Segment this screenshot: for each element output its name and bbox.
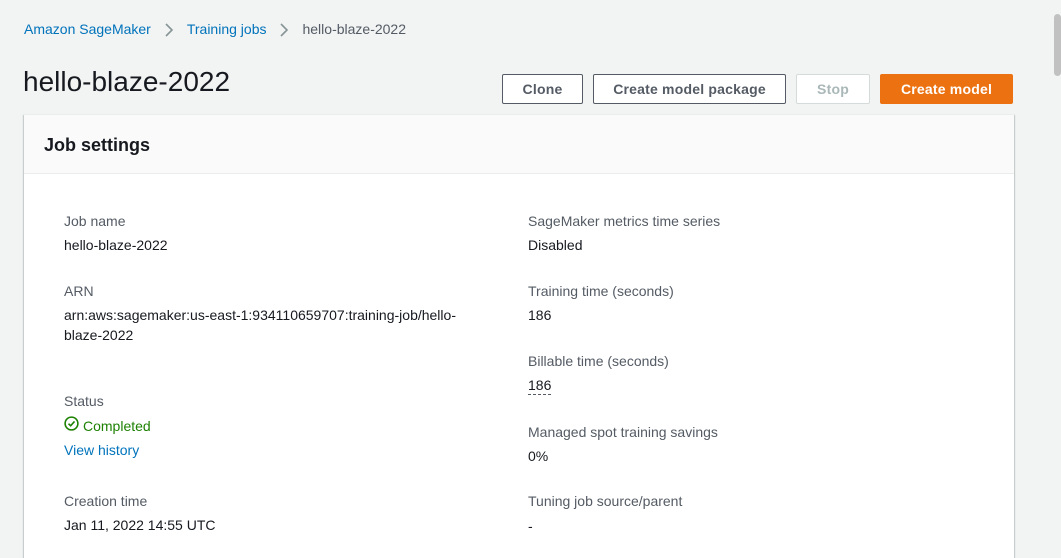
spot-savings-label: Managed spot training savings <box>528 424 718 440</box>
job-name-label: Job name <box>64 213 126 229</box>
billable-time-text[interactable]: 186 <box>528 377 552 395</box>
create-model-button[interactable]: Create model <box>880 74 1013 104</box>
tuning-parent-value: - <box>528 518 533 534</box>
breadcrumb: Amazon SageMaker Training jobs hello-bla… <box>24 20 406 38</box>
training-time-value: 186 <box>528 307 552 323</box>
job-settings-title: Job settings <box>44 135 151 155</box>
tuning-parent-label: Tuning job source/parent <box>528 493 683 509</box>
view-history-link[interactable]: View history <box>64 441 139 459</box>
create-model-package-button[interactable]: Create model package <box>593 74 786 104</box>
creation-time-label: Creation time <box>64 493 148 509</box>
breadcrumb-link-sagemaker[interactable]: Amazon SageMaker <box>24 20 151 38</box>
creation-time-value: Jan 11, 2022 14:55 UTC <box>64 517 216 533</box>
metrics-time-series-value: Disabled <box>528 237 583 253</box>
stop-button: Stop <box>796 74 870 104</box>
spot-savings-value: 0% <box>528 448 549 464</box>
status-text: Completed <box>83 417 151 434</box>
billable-time-label: Billable time (seconds) <box>528 353 669 369</box>
billable-time-value[interactable]: 186 <box>528 375 552 395</box>
page-title: hello-blaze-2022 <box>23 66 231 97</box>
job-name-value: hello-blaze-2022 <box>64 237 168 253</box>
training-job-detail-page: Amazon SageMaker Training jobs hello-bla… <box>0 0 1061 558</box>
page-scrollbar[interactable] <box>1052 0 1061 558</box>
status-label: Status <box>64 393 104 409</box>
breadcrumb-link-training-jobs[interactable]: Training jobs <box>187 20 267 38</box>
clone-button[interactable]: Clone <box>502 74 583 104</box>
arn-label: ARN <box>64 283 94 299</box>
job-settings-panel: Job settings Job name hello-blaze-2022 A… <box>24 114 1014 558</box>
job-settings-header: Job settings <box>24 115 1014 174</box>
arn-value: arn:aws:sagemaker:us-east-1:934110659707… <box>64 307 456 343</box>
training-time-label: Training time (seconds) <box>528 283 674 299</box>
chevron-right-icon <box>266 20 302 38</box>
scrollbar-thumb[interactable] <box>1054 14 1061 76</box>
metrics-time-series-label: SageMaker metrics time series <box>528 213 721 229</box>
chevron-right-icon <box>151 20 187 38</box>
check-circle-icon <box>64 416 83 435</box>
breadcrumb-current: hello-blaze-2022 <box>302 21 407 37</box>
status-value: Completed <box>64 416 151 435</box>
